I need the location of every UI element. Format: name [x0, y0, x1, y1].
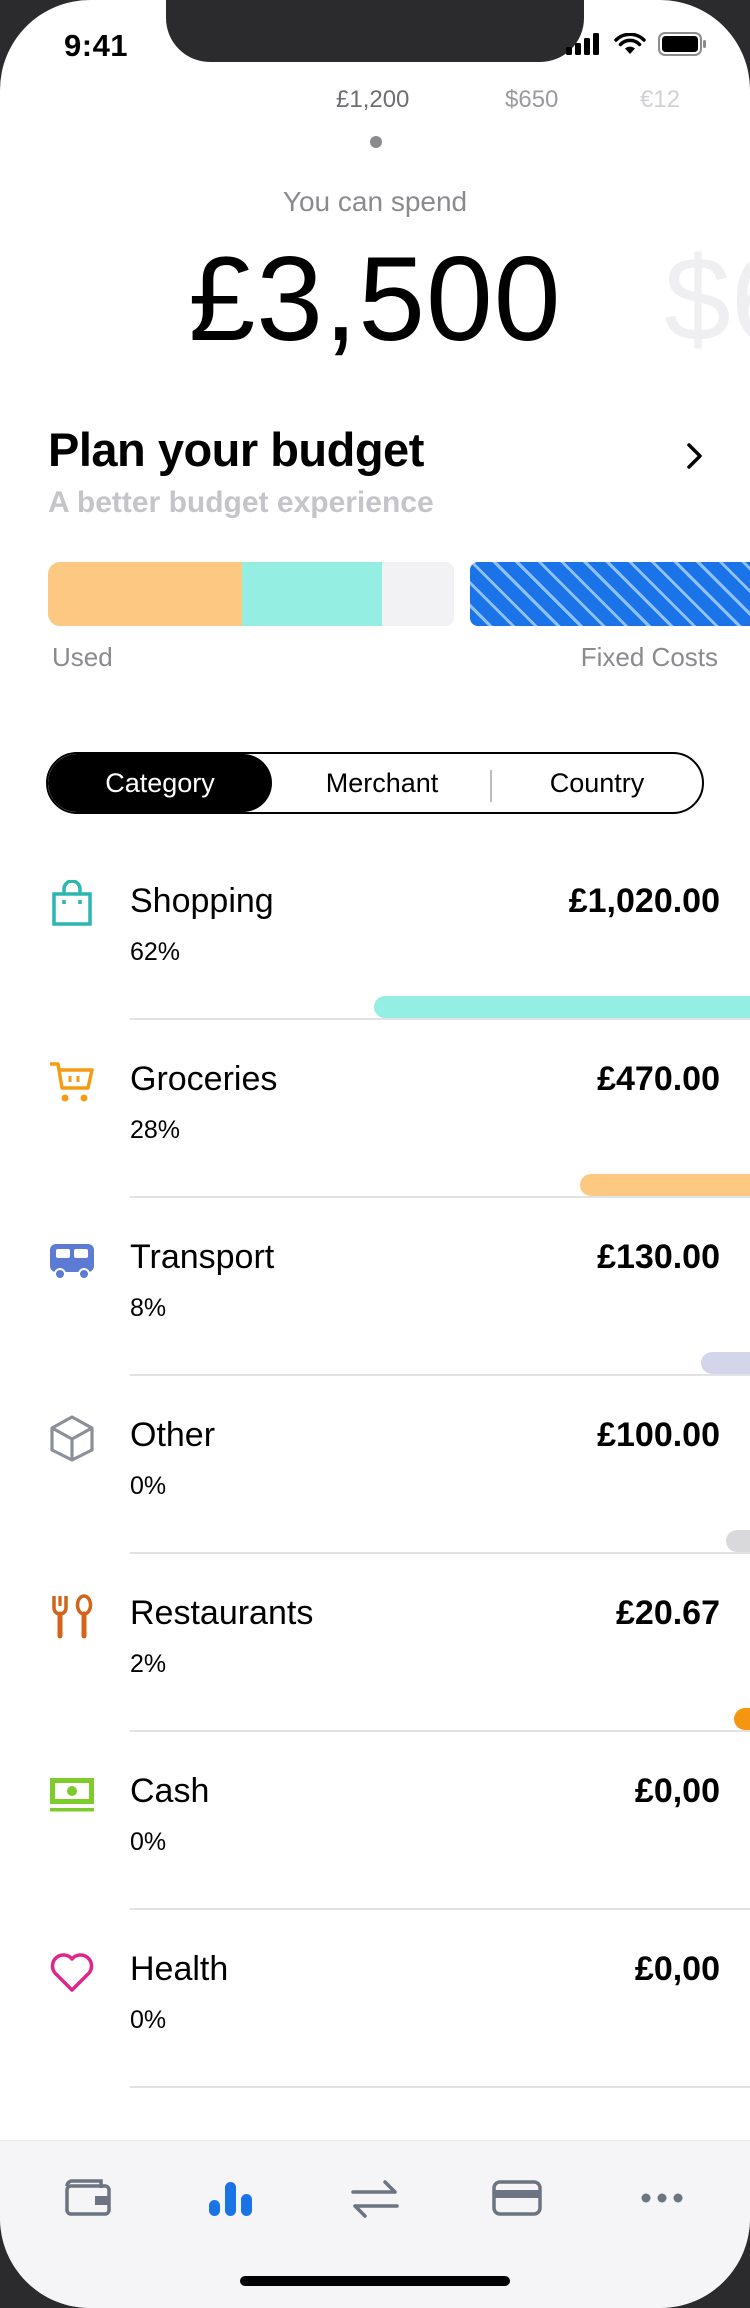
- chevron-right-icon[interactable]: [680, 436, 710, 476]
- tab-more[interactable]: [632, 2173, 692, 2223]
- shopping-cart-icon: [50, 1062, 94, 1102]
- row-divider: [130, 2086, 750, 2088]
- row-divider: [130, 1908, 750, 1910]
- category-row-shopping[interactable]: Shopping 62% £1,020.00: [0, 860, 750, 1038]
- signal-icon: [566, 33, 599, 55]
- category-percent: 8%: [130, 1294, 167, 1322]
- category-percent: 0%: [130, 1472, 167, 1500]
- fixed-costs-label: Fixed Costs: [580, 642, 718, 672]
- category-row-transport[interactable]: Transport 8% £130.00: [0, 1216, 750, 1394]
- row-divider: [130, 1196, 750, 1198]
- box-icon: [50, 1415, 94, 1462]
- phone-screen: 9:41 £1,200 $650 €12 You can spend £3,50…: [0, 0, 750, 2308]
- home-indicator: [240, 2276, 510, 2286]
- category-percent: 28%: [130, 1116, 181, 1144]
- wifi-icon: [614, 33, 646, 54]
- currency-tab-gbp[interactable]: £1,200: [336, 86, 409, 114]
- cutlery-icon: [52, 1594, 93, 1639]
- bar-chart-icon: [209, 2182, 252, 2216]
- category-share-bar: [701, 1352, 750, 1374]
- transfer-icon: [351, 2180, 399, 2218]
- category-share-bar: [726, 1530, 750, 1552]
- segmented-control: Category Merchant Country: [46, 752, 704, 814]
- heart-icon: [50, 1953, 94, 1992]
- cash-icon: [50, 1778, 94, 1812]
- category-amount: £130.00: [597, 1238, 720, 1276]
- category-name: Restaurants: [130, 1594, 314, 1632]
- segment-merchant[interactable]: Merchant: [272, 754, 492, 812]
- category-row-cash[interactable]: Cash 0% £0,00: [0, 1750, 750, 1928]
- more-icon: [641, 2193, 683, 2203]
- segment-category[interactable]: Category: [48, 754, 272, 812]
- segment-merchant-label: Merchant: [325, 767, 439, 798]
- battery-icon: [658, 32, 706, 56]
- tab-wallet[interactable]: [58, 2173, 118, 2223]
- budget-bar[interactable]: [48, 562, 750, 626]
- category-percent: 2%: [130, 1650, 167, 1678]
- card-icon: [492, 2180, 542, 2216]
- plan-subtitle: A better budget experience: [48, 486, 434, 519]
- category-amount: £1,020.00: [568, 882, 720, 920]
- category-row-health[interactable]: Health 0% £0,00: [0, 1928, 750, 2106]
- category-amount: £100.00: [597, 1416, 720, 1454]
- category-amount: £470.00: [597, 1060, 720, 1098]
- currency-tabs: £1,200 $650 €12: [0, 86, 750, 126]
- category-amount: £0,00: [634, 1950, 720, 1988]
- currency-page-indicator: [370, 136, 382, 148]
- tab-cards[interactable]: [487, 2173, 547, 2223]
- category-name: Other: [130, 1416, 216, 1454]
- category-amount: £0,00: [634, 1772, 720, 1810]
- category-amount: £20.67: [616, 1594, 720, 1632]
- segment-category-label: Category: [105, 767, 215, 798]
- category-name: Groceries: [130, 1060, 278, 1098]
- shopping-bag-icon: [52, 880, 92, 926]
- spend-amount: £3,500: [188, 232, 562, 366]
- used-label: Used: [52, 642, 113, 672]
- status-icons: [566, 32, 706, 56]
- category-percent: 62%: [130, 938, 181, 966]
- category-percent: 0%: [130, 1828, 167, 1856]
- currency-tab-usd[interactable]: $650: [505, 86, 558, 114]
- spend-label: You can spend: [282, 186, 468, 217]
- category-share-bar: [580, 1174, 750, 1196]
- category-name: Health: [130, 1950, 229, 1988]
- row-divider: [130, 1552, 750, 1554]
- segment-country[interactable]: Country: [492, 754, 702, 812]
- category-name: Shopping: [130, 882, 274, 920]
- bus-icon: [50, 1244, 94, 1280]
- budget-bar-fixed-costs: [470, 562, 750, 626]
- category-row-other[interactable]: Other 0% £100.00: [0, 1394, 750, 1572]
- row-divider: [130, 1018, 750, 1020]
- notch: [166, 0, 584, 62]
- category-share-bar: [734, 1708, 750, 1730]
- currency-tab-eur[interactable]: €12: [640, 86, 680, 114]
- plan-title[interactable]: Plan your budget: [48, 422, 424, 477]
- category-share-bar: [374, 996, 750, 1018]
- budget-bar-spent: [242, 562, 382, 626]
- next-amount-peek: $6: [664, 232, 750, 366]
- category-row-restaurants[interactable]: Restaurants 2% £20.67: [0, 1572, 750, 1750]
- status-time: 9:41: [64, 28, 129, 63]
- budget-bar-used: [48, 562, 244, 626]
- category-percent: 0%: [130, 2006, 167, 2034]
- category-name: Transport: [130, 1238, 275, 1276]
- row-divider: [130, 1730, 750, 1732]
- segment-divider: [490, 770, 492, 802]
- category-name: Cash: [130, 1772, 210, 1810]
- category-row-groceries[interactable]: Groceries 28% £470.00: [0, 1038, 750, 1216]
- segment-country-label: Country: [549, 767, 645, 798]
- tab-transfers[interactable]: [345, 2173, 405, 2223]
- budget-bar-remaining: [382, 562, 454, 626]
- tab-analytics[interactable]: [201, 2173, 261, 2223]
- row-divider: [130, 1374, 750, 1376]
- wallet-icon: [65, 2179, 111, 2216]
